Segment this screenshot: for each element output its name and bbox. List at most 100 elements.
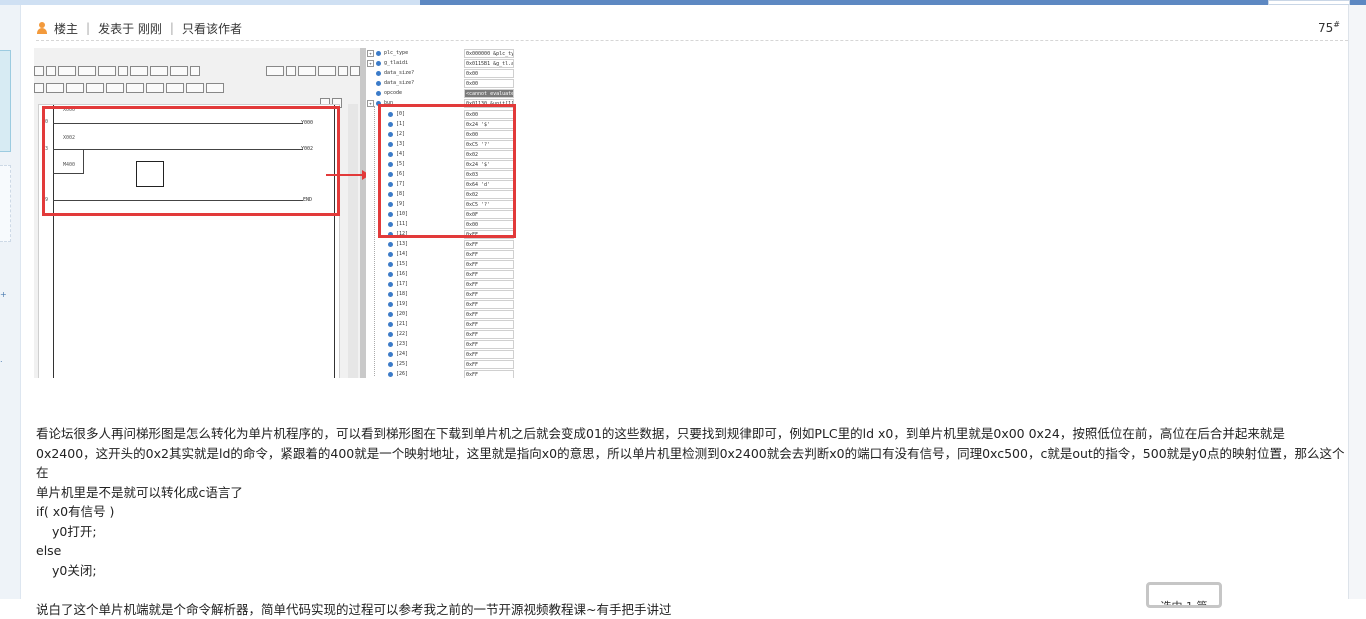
toolbar-row bbox=[34, 64, 202, 78]
selection-button[interactable]: 选中 1 篇 bbox=[1146, 582, 1222, 608]
watch-index: [21] bbox=[396, 321, 408, 327]
editor-scrollbar[interactable] bbox=[348, 104, 358, 378]
toolbar-icon bbox=[186, 83, 204, 93]
watch-value[interactable]: 0xFF bbox=[464, 260, 514, 269]
watch-index: [20] bbox=[396, 311, 408, 317]
code-line: y0关闭; bbox=[36, 561, 1354, 581]
code-line: else bbox=[36, 541, 1354, 561]
variable-icon bbox=[388, 352, 393, 357]
toolbar-icon bbox=[266, 66, 284, 76]
watch-item-row[interactable]: [24]0xFF bbox=[366, 350, 516, 360]
body-text: 看论坛很多人再问梯形图是怎么转化为单片机程序的，可以看到梯形图在下载到单片机之后… bbox=[36, 424, 1354, 444]
variable-icon bbox=[388, 322, 393, 327]
post-image[interactable]: 0 X000 Y000 3 X002 Y002 M400 9 END +plc_… bbox=[34, 48, 516, 378]
toolbar-icon bbox=[46, 83, 64, 93]
post-header: 楼主 | 发表于 刚刚 | 只看该作者 bbox=[36, 18, 242, 38]
watch-row[interactable]: +g_tlaidi0x0115B1 &g_tl.ar bbox=[366, 59, 516, 69]
toolbar-icon bbox=[146, 83, 164, 93]
watch-value[interactable]: 0xFF bbox=[464, 300, 514, 309]
user-icon bbox=[36, 22, 48, 34]
watch-row[interactable]: data_size?0x00 bbox=[366, 69, 516, 79]
watch-value[interactable]: 0xFF bbox=[464, 240, 514, 249]
header-divider bbox=[36, 40, 1348, 41]
watch-row[interactable]: opcode<cannot evaluate> bbox=[366, 89, 516, 99]
watch-value[interactable]: <cannot evaluate> bbox=[464, 89, 514, 98]
variable-icon bbox=[388, 242, 393, 247]
watch-index: [15] bbox=[396, 261, 408, 267]
watch-name: data_size? bbox=[384, 80, 414, 86]
variable-icon bbox=[376, 51, 381, 56]
toolbar-icon bbox=[34, 83, 44, 93]
watch-index: [17] bbox=[396, 281, 408, 287]
watch-value[interactable]: 0xFF bbox=[464, 350, 514, 359]
watch-value[interactable]: 0xFF bbox=[464, 280, 514, 289]
expand-icon[interactable]: + bbox=[367, 60, 374, 67]
watch-item-row[interactable]: [23]0xFF bbox=[366, 340, 516, 350]
watch-item-row[interactable]: [22] 0xFF bbox=[366, 330, 516, 340]
code-line: y0打开; bbox=[36, 522, 1354, 542]
watch-value[interactable]: 0xFF bbox=[464, 330, 514, 339]
watch-value[interactable]: 0xFF bbox=[464, 290, 514, 299]
arrow-icon bbox=[326, 174, 364, 176]
watch-index: [22] bbox=[396, 331, 408, 337]
watch-value[interactable]: 0xFF bbox=[464, 370, 514, 378]
avatar[interactable] bbox=[0, 50, 11, 152]
watch-value[interactable]: 0xFF bbox=[464, 310, 514, 319]
watch-name: plc_type bbox=[384, 50, 408, 56]
watch-item-row[interactable]: [20] 0xFF bbox=[366, 310, 516, 320]
watch-item-row[interactable]: [14] 0xFF bbox=[366, 250, 516, 260]
posted-prefix: 发表于 bbox=[98, 20, 134, 37]
sidebar-glyph: . bbox=[0, 355, 3, 364]
toolbar-icon bbox=[78, 66, 96, 76]
watch-value[interactable]: 0xFF bbox=[464, 270, 514, 279]
watch-item-row[interactable]: [25]0xFF bbox=[366, 360, 516, 370]
watch-value[interactable]: 0x000000 &plc_typ bbox=[464, 49, 514, 58]
watch-row[interactable]: + plc_type 0x000000 &plc_typ bbox=[366, 49, 516, 59]
watch-item-row[interactable]: [21] 0xFF bbox=[366, 320, 516, 330]
variable-icon bbox=[388, 272, 393, 277]
variable-icon bbox=[376, 81, 381, 86]
toolbar-icon bbox=[46, 66, 56, 76]
author-label: 楼主 bbox=[54, 20, 78, 37]
variable-icon bbox=[376, 91, 381, 96]
toolbar-icon bbox=[286, 66, 296, 76]
watch-value[interactable]: 0xFF bbox=[464, 360, 514, 369]
watch-item-row[interactable]: [19]0xFF bbox=[366, 300, 516, 310]
watch-value[interactable]: 0xFF bbox=[464, 320, 514, 329]
toolbar-icon bbox=[130, 66, 148, 76]
watch-item-row[interactable]: [26]0xFF bbox=[366, 370, 516, 378]
watch-row[interactable]: data_size? 0x00 bbox=[366, 79, 516, 89]
highlight-box bbox=[42, 106, 340, 216]
expand-icon[interactable]: + bbox=[367, 50, 374, 57]
highlight-box bbox=[378, 104, 516, 238]
toolbar-icon bbox=[34, 66, 44, 76]
variable-icon bbox=[376, 61, 381, 66]
watch-item-row[interactable]: [13]0xFF bbox=[366, 240, 516, 250]
top-search-box[interactable] bbox=[1268, 0, 1350, 5]
watch-value[interactable]: 0x0115B1 &g_tl.ar bbox=[464, 59, 514, 68]
toolbar-icon bbox=[126, 83, 144, 93]
variable-icon bbox=[388, 362, 393, 367]
watch-value[interactable]: 0x00 bbox=[464, 69, 514, 78]
watch-index: [14] bbox=[396, 251, 408, 257]
body-text: 0x2400，这开头的0x2其实就是ld的命令，紧跟着的400就是一个映射地址，… bbox=[36, 444, 1354, 483]
watch-item-row[interactable]: [15] 0xFF bbox=[366, 260, 516, 270]
expand-icon[interactable]: + bbox=[367, 100, 374, 107]
expand-icon[interactable] bbox=[367, 90, 372, 95]
toolbar-icon bbox=[150, 66, 168, 76]
toolbar-icon bbox=[66, 83, 84, 93]
toolbar-icon bbox=[106, 83, 124, 93]
expand-icon[interactable] bbox=[367, 80, 372, 85]
watch-value[interactable]: 0xFF bbox=[464, 340, 514, 349]
watch-value[interactable]: 0xFF bbox=[464, 250, 514, 259]
watch-index: [18] bbox=[396, 291, 408, 297]
only-author-link[interactable]: 只看该作者 bbox=[182, 20, 242, 37]
watch-item-row[interactable]: [17] 0xFF bbox=[366, 280, 516, 290]
watch-item-row[interactable]: [18] 0xFF bbox=[366, 290, 516, 300]
expand-icon[interactable] bbox=[367, 70, 372, 75]
watch-item-row[interactable]: [16]0xFF bbox=[366, 270, 516, 280]
code-line: if( x0有信号 ) bbox=[36, 502, 1354, 522]
watch-value[interactable]: 0x00 bbox=[464, 79, 514, 88]
variable-icon bbox=[388, 252, 393, 257]
toolbar-icon bbox=[350, 66, 360, 76]
